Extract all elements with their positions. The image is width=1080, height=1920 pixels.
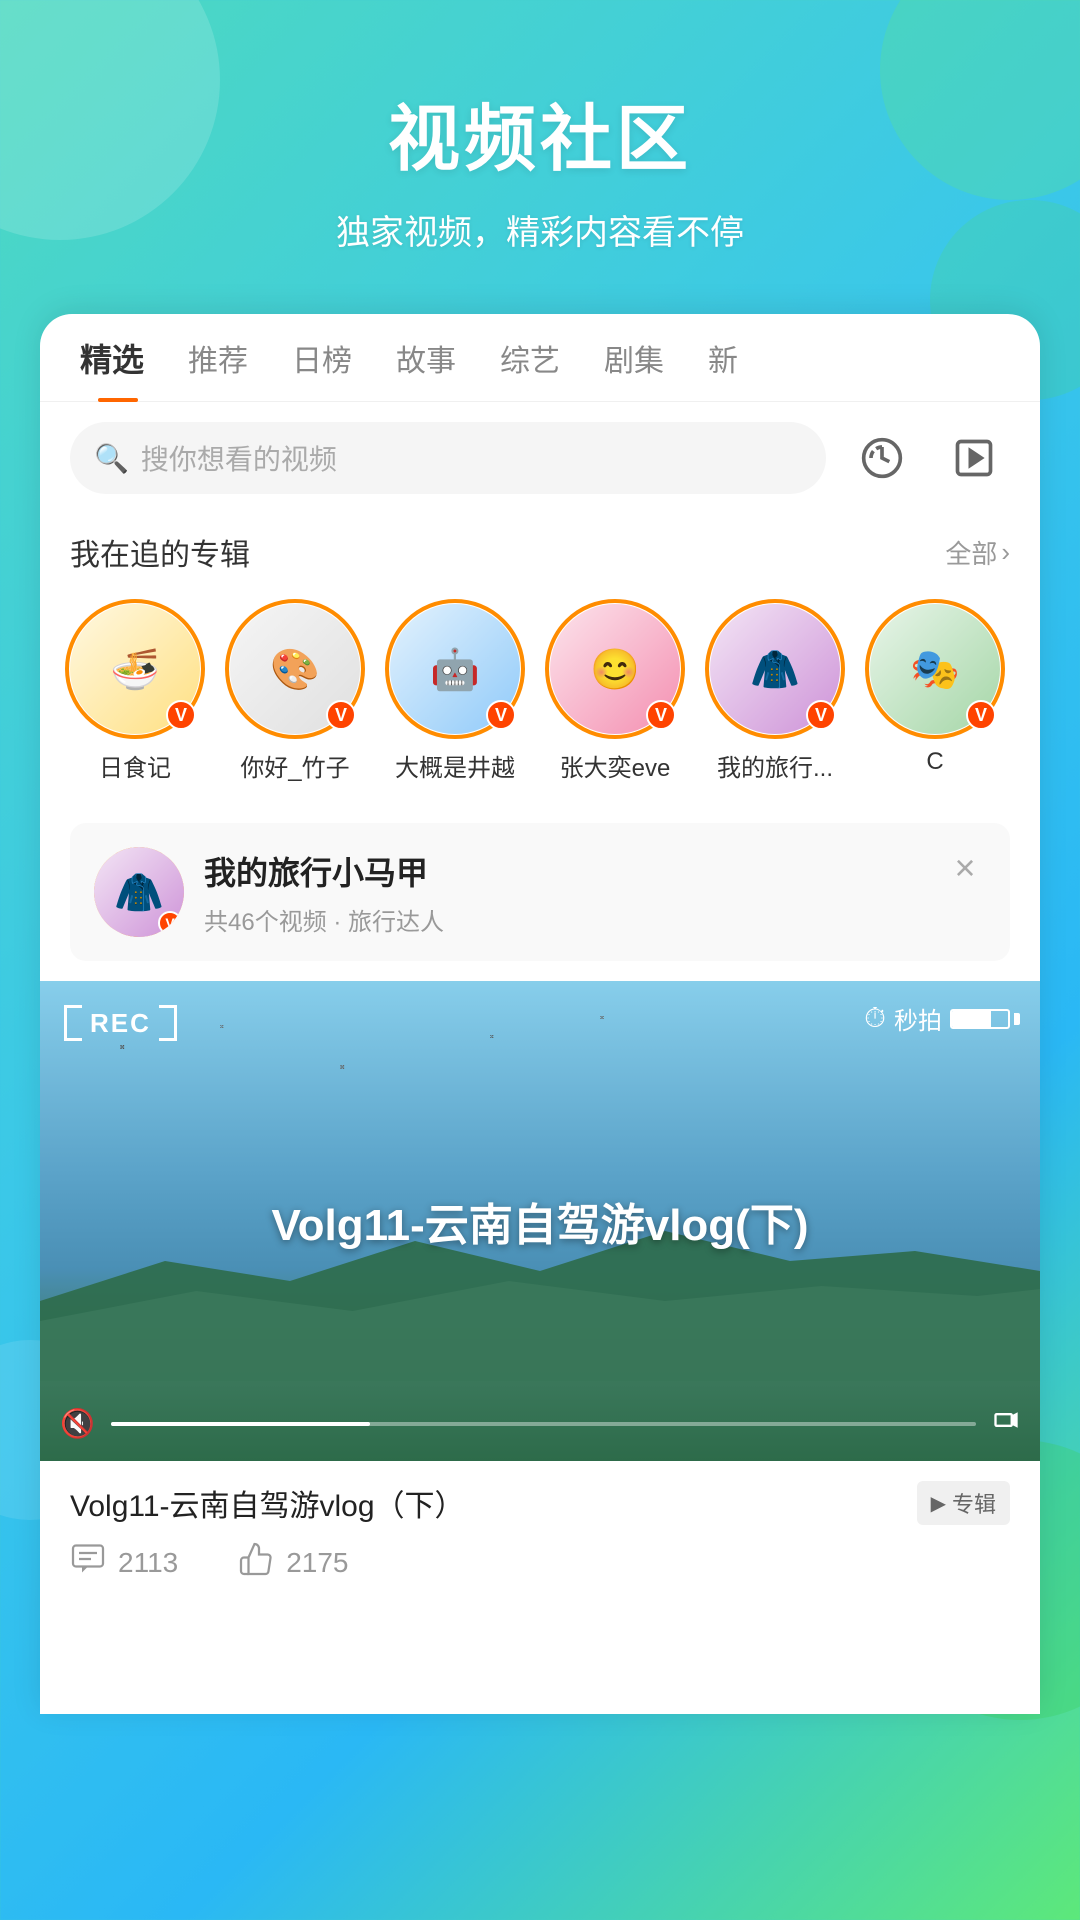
following-section-title: 我在追的专辑 [70,530,250,574]
history-button[interactable] [846,422,918,494]
featured-name: 我的旅行小马甲 [204,848,986,894]
battery-bar [950,1009,1010,1029]
album-name-nihaozhuzi: 你好_竹子 [240,748,349,783]
bird-1: 𝄪 [120,1041,125,1052]
history-icon [860,436,904,480]
video-progress-bar[interactable] [111,1422,976,1426]
v-badge-wodelvxing: V [806,700,836,730]
like-icon [238,1541,274,1585]
v-badge-partial: V [966,700,996,730]
video-title-overlay: Volg11-云南自驾游vlog(下) [272,1189,809,1253]
bird-5: 𝄪 [600,1011,604,1022]
volume-icon[interactable]: 🔇 [60,1407,95,1440]
miaopai-play-icon: ⏱ [864,1002,886,1035]
search-box[interactable]: 🔍 搜你想看的视频 [70,422,826,494]
album-name-partial: C [926,748,943,776]
album-avatar-wrap-rishuji: 🍜 V [70,604,200,734]
more-label: 全部 [945,534,997,571]
tab-xin[interactable]: 新 [686,314,760,402]
video-album-tag-text: 专辑 [952,1487,996,1519]
playlist-button[interactable] [938,422,1010,494]
page-title: 视频社区 [0,80,1080,185]
main-card: 精选 推荐 日榜 故事 综艺 剧集 新 🔍 搜你想看的视频 我在追的专辑 [40,314,1040,1714]
tab-ribang[interactable]: 日榜 [270,314,374,402]
video-bottom-controls: 🔇 [60,1406,1020,1441]
rec-text: REC [90,1008,151,1039]
album-avatar-wrap-partial: 🎭 V [870,604,1000,734]
comment-stat[interactable]: 2113 [70,1541,178,1585]
tab-jingxuan[interactable]: 精选 [70,314,166,402]
battery-fill [952,1011,991,1027]
album-wodelvxing[interactable]: 🧥 V 我的旅行... [710,604,840,783]
album-name-rishuji: 日食记 [99,748,171,783]
albums-row: 🍜 V 日食记 🎨 V 你好_竹子 🤖 V 大概是井越 � [40,594,1040,813]
header-area: 视频社区 独家视频，精彩内容看不停 [0,0,1080,314]
playlist-icon [952,436,996,480]
video-top-right: ⏱ 秒拍 [864,1001,1020,1036]
bird-2: 𝄪 [220,1021,224,1031]
featured-v-badge: V [158,911,182,935]
video-title: Volg11-云南自驾游vlog（下） [70,1481,905,1525]
album-rishuji[interactable]: 🍜 V 日食记 [70,604,200,783]
video-album-tag-icon: ▶ [931,1491,946,1516]
search-input-placeholder: 搜你想看的视频 [141,438,337,478]
tab-gushi[interactable]: 故事 [374,314,478,402]
v-badge-daigaishijing: V [486,700,516,730]
album-partial[interactable]: 🎭 V C [870,604,1000,783]
video-thumbnail[interactable]: 𝄪 𝄪 𝄪 𝄪 𝄪 REC ⏱ 秒拍 [40,981,1040,1461]
miaopai-label: 秒拍 [894,1001,942,1036]
video-stats-row: 2113 2175 [40,1541,1040,1615]
featured-info: 我的旅行小马甲 共46个视频 · 旅行达人 [204,848,986,937]
rec-bracket-left [64,1005,82,1041]
battery-indicator [950,1009,1020,1029]
comment-icon [70,1541,106,1585]
album-avatar-wrap-daigaishijing: 🤖 V [390,604,520,734]
album-daigaishijing[interactable]: 🤖 V 大概是井越 [390,604,520,783]
featured-avatar: 🧥 V [94,847,184,937]
video-info-row: Volg11-云南自驾游vlog（下） ▶ 专辑 [40,1461,1040,1541]
like-count: 2175 [286,1547,348,1579]
v-badge-zhangdayi: V [646,700,676,730]
page-subtitle: 独家视频，精彩内容看不停 [0,205,1080,254]
chevron-right-icon: › [1001,537,1010,568]
album-nihaozhuzi[interactable]: 🎨 V 你好_竹子 [230,604,360,783]
video-rec-badge: REC [64,1005,177,1041]
video-progress-fill [111,1422,371,1426]
album-name-zhangdayi: 张大奕eve [560,748,671,783]
album-zhangdayi[interactable]: 😊 V 张大奕eve [550,604,680,783]
video-album-tag[interactable]: ▶ 专辑 [917,1481,1010,1525]
bird-3: 𝄪 [340,1061,345,1072]
fullscreen-icon[interactable] [992,1406,1020,1441]
rec-bracket-right [159,1005,177,1041]
album-avatar-wrap-nihaozhuzi: 🎨 V [230,604,360,734]
album-avatar-wrap-wodelvxing: 🧥 V [710,604,840,734]
following-section-header: 我在追的专辑 全部 › [40,514,1040,594]
album-name-wodelvxing: 我的旅行... [717,748,833,783]
album-avatar-wrap-zhangdayi: 😊 V [550,604,680,734]
tab-zongyi[interactable]: 综艺 [478,314,582,402]
tab-bar: 精选 推荐 日榜 故事 综艺 剧集 新 [40,314,1040,402]
featured-meta: 共46个视频 · 旅行达人 [204,902,986,937]
album-name-daigaishijing: 大概是井越 [395,748,515,783]
tab-tuijian[interactable]: 推荐 [166,314,270,402]
comment-count: 2113 [118,1547,178,1579]
v-badge-nihaozhuzi: V [326,700,356,730]
tab-juji[interactable]: 剧集 [582,314,686,402]
following-section-more[interactable]: 全部 › [945,534,1010,571]
v-badge-rishuji: V [166,700,196,730]
featured-card: 🧥 V 我的旅行小马甲 共46个视频 · 旅行达人 × [70,823,1010,961]
like-stat[interactable]: 2175 [238,1541,348,1585]
featured-close-button[interactable]: × [940,843,990,893]
search-icon: 🔍 [94,442,129,475]
bird-4: 𝄪 [490,1031,494,1041]
battery-tip [1014,1013,1020,1025]
search-area: 🔍 搜你想看的视频 [40,402,1040,514]
